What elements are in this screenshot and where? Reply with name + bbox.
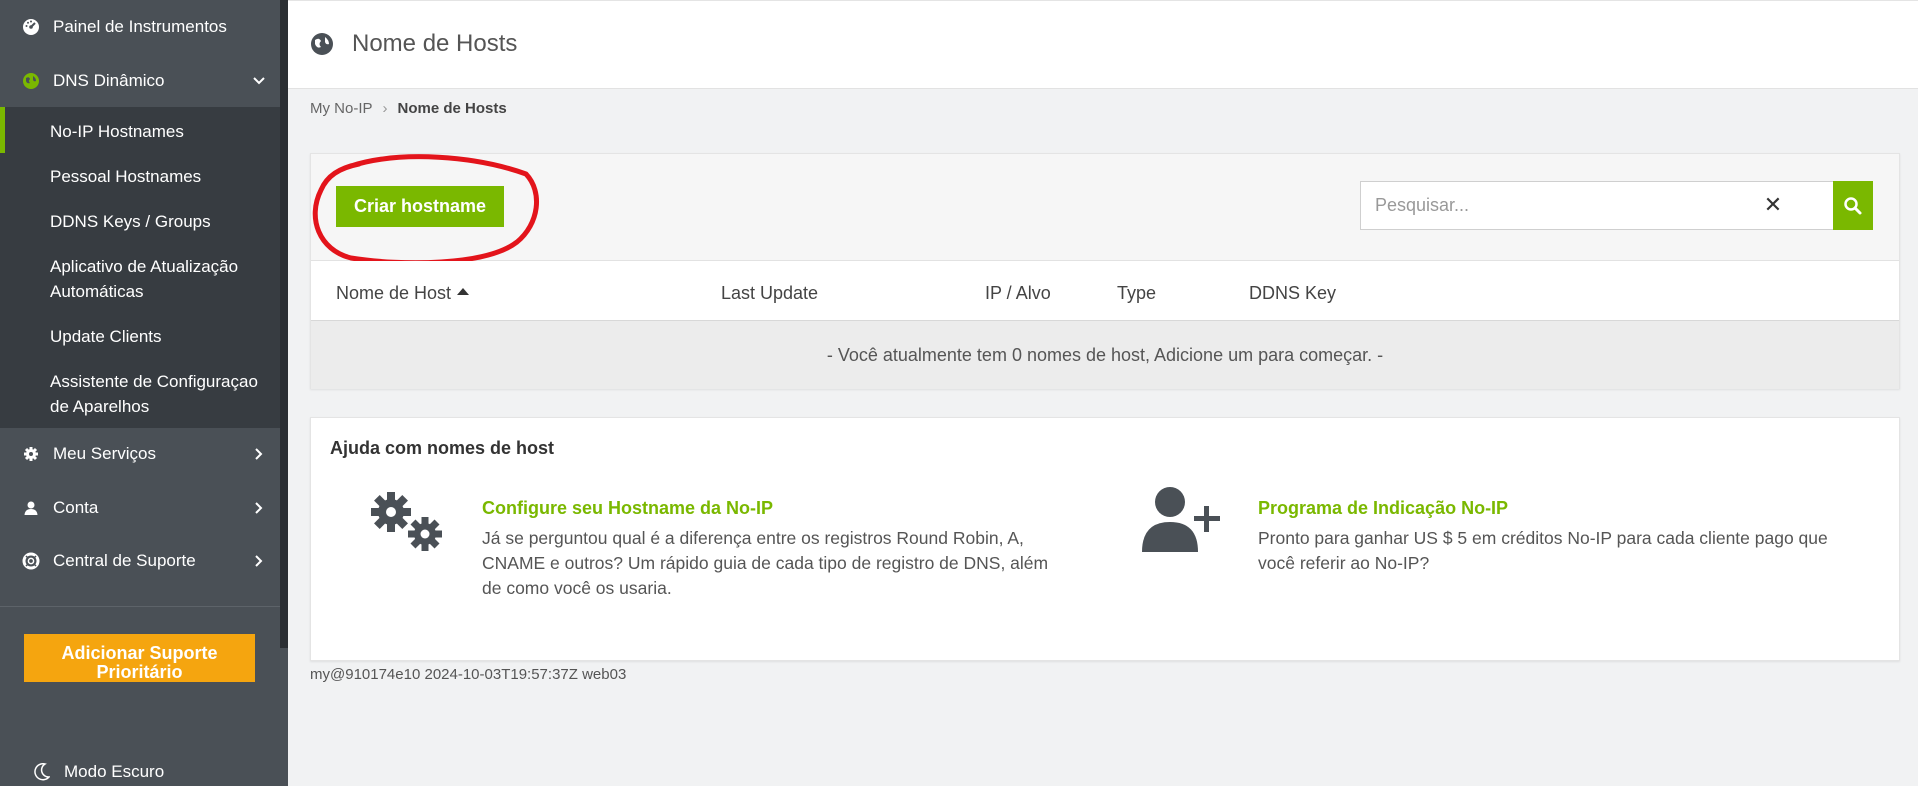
close-icon[interactable]: ✕ bbox=[1763, 194, 1783, 216]
help-card-title[interactable]: Configure seu Hostname da No-IP bbox=[482, 498, 773, 519]
table-header: Nome de Host Last Update IP / Alvo Type … bbox=[311, 261, 1899, 321]
sidebar-item-account[interactable]: Conta bbox=[0, 495, 280, 521]
column-header-ddns-key[interactable]: DDNS Key bbox=[1249, 283, 1336, 304]
breadcrumb: My No-IP › Nome de Hosts bbox=[310, 100, 507, 117]
sidebar-subitem-auto-update-app[interactable]: Aplicativo de Atualização Automáticas bbox=[50, 254, 275, 304]
sidebar-subitem-device-wizard[interactable]: Assistente de Configuraçao de Aparelhos bbox=[50, 369, 275, 419]
column-header-type[interactable]: Type bbox=[1117, 283, 1156, 304]
column-header-ip-target[interactable]: IP / Alvo bbox=[985, 283, 1051, 304]
sidebar-item-label: Meu Serviços bbox=[53, 444, 156, 463]
dark-mode-toggle[interactable]: Modo Escuro bbox=[34, 762, 164, 782]
lifebuoy-icon bbox=[22, 552, 40, 570]
build-info: my@910174e10 2024-10-03T19:57:37Z web03 bbox=[310, 666, 627, 683]
breadcrumb-current: Nome de Hosts bbox=[397, 100, 507, 117]
chevron-right-icon bbox=[255, 448, 263, 460]
sidebar-item-dynamic-dns[interactable]: DNS Dinâmico bbox=[0, 68, 280, 94]
hostnames-toolbar: Criar hostname ✕ bbox=[311, 154, 1899, 266]
moon-icon bbox=[34, 763, 50, 781]
help-card-title[interactable]: Programa de Indicação No-IP bbox=[1258, 498, 1508, 519]
dashboard-icon bbox=[22, 18, 40, 36]
sidebar-item-dashboard[interactable]: Painel de Instrumentos bbox=[0, 14, 280, 40]
sort-asc-icon bbox=[457, 288, 470, 295]
help-card-description: Pronto para ganhar US $ 5 em créditos No… bbox=[1258, 528, 1828, 573]
gears-icon bbox=[371, 492, 442, 551]
search-icon bbox=[1844, 196, 1862, 214]
sidebar-item-label: Conta bbox=[53, 498, 99, 517]
column-label: Nome de Host bbox=[336, 283, 452, 303]
sidebar-subitem-update-clients[interactable]: Update Clients bbox=[50, 324, 275, 349]
create-hostname-button[interactable]: Criar hostname bbox=[336, 186, 504, 227]
add-priority-support-button[interactable]: Adicionar Suporte Prioritário bbox=[24, 634, 255, 682]
globe-icon bbox=[22, 72, 40, 90]
column-header-last-update[interactable]: Last Update bbox=[721, 283, 818, 304]
sidebar-subitem-personal-hostnames[interactable]: Pessoal Hostnames bbox=[50, 164, 275, 189]
hostnames-panel: Criar hostname ✕ Nome de Host Last Updat… bbox=[310, 153, 1900, 389]
search-button[interactable] bbox=[1833, 181, 1873, 230]
sidebar: Painel de Instrumentos DNS Dinâmico No-I… bbox=[0, 0, 288, 786]
table-empty-message: - Você atualmente tem 0 nomes de host, A… bbox=[311, 321, 1899, 389]
sidebar-subitem-noip-hostnames[interactable]: No-IP Hostnames bbox=[50, 119, 275, 144]
sidebar-scrollbar[interactable] bbox=[280, 0, 288, 648]
sidebar-divider bbox=[0, 606, 280, 607]
gear-icon bbox=[22, 445, 40, 463]
user-icon bbox=[22, 499, 40, 517]
help-title: Ajuda com nomes de host bbox=[330, 438, 555, 458]
column-header-hostname[interactable]: Nome de Host bbox=[336, 283, 470, 304]
page-title: Nome de Hosts bbox=[352, 30, 518, 57]
chevron-down-icon bbox=[253, 77, 265, 85]
active-indicator bbox=[0, 107, 5, 153]
breadcrumb-separator-icon: › bbox=[382, 100, 388, 117]
sidebar-item-services[interactable]: Meu Serviços bbox=[0, 441, 280, 467]
sidebar-item-label: Painel de Instrumentos bbox=[53, 17, 227, 36]
sidebar-subitem-ddns-keys[interactable]: DDNS Keys / Groups bbox=[50, 209, 275, 234]
globe-icon bbox=[311, 33, 333, 55]
chevron-right-icon bbox=[255, 502, 263, 514]
sidebar-item-support[interactable]: Central de Suporte bbox=[0, 548, 280, 574]
add-user-icon bbox=[1142, 487, 1220, 552]
sidebar-item-label: DNS Dinâmico bbox=[53, 71, 165, 90]
chevron-right-icon bbox=[255, 555, 263, 567]
dark-mode-label: Modo Escuro bbox=[64, 762, 165, 781]
help-panel: Ajuda com nomes de host Configure seu Ho… bbox=[310, 417, 1900, 661]
breadcrumb-root[interactable]: My No-IP bbox=[310, 100, 373, 117]
dns-submenu: No-IP Hostnames Pessoal Hostnames DDNS K… bbox=[0, 107, 280, 428]
search-box: ✕ bbox=[1360, 181, 1834, 230]
search-input[interactable] bbox=[1375, 195, 1775, 216]
page-header: Nome de Hosts bbox=[288, 0, 1918, 89]
help-card-description: Já se perguntou qual é a diferença entre… bbox=[482, 528, 1049, 598]
sidebar-item-label: Central de Suporte bbox=[53, 551, 196, 570]
